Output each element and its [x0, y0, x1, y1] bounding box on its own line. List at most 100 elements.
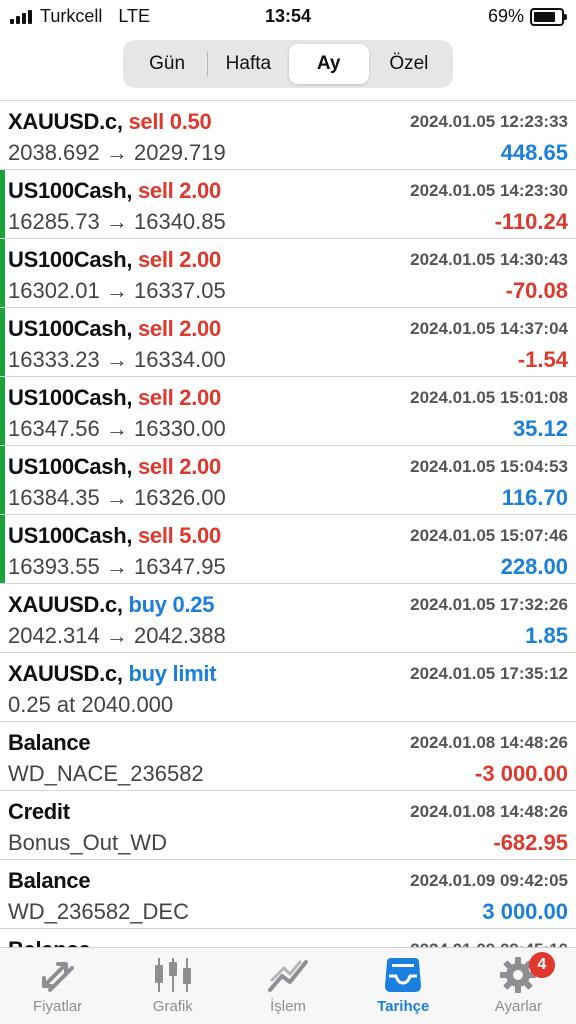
tab-label: İşlem: [270, 998, 306, 1015]
history-row[interactable]: US100Cash, sell 5.00 2024.01.05 15:07:46 1…: [0, 515, 576, 584]
history-row[interactable]: XAUUSD.c, buy limit 2024.01.05 17:35:12 0.…: [0, 653, 576, 722]
tab-chart[interactable]: Grafik: [115, 948, 230, 1024]
deal-datetime: 2024.01.05 14:23:30: [410, 181, 568, 200]
symbol-name: US100Cash,: [8, 247, 133, 272]
notification-badge: 4: [528, 952, 555, 978]
candlestick-chart-icon: [154, 958, 191, 992]
symbol-name: XAUUSD.c,: [8, 592, 123, 617]
quotes-arrows-icon: [41, 962, 74, 992]
deal-detail: 16302.01 → 16337.05: [8, 278, 226, 303]
symbol-name: US100Cash,: [8, 178, 133, 203]
deal-title: US100Cash, sell 2.00: [8, 247, 221, 273]
history-row[interactable]: US100Cash, sell 2.00 2024.01.05 15:01:08 1…: [0, 377, 576, 446]
deal-action: buy limit: [128, 661, 217, 686]
deal-title: Balance: [8, 868, 91, 894]
deal-datetime: 2024.01.05 17:35:12: [410, 664, 568, 683]
deal-action: sell 2.00: [138, 385, 221, 410]
deal-title: US100Cash, sell 2.00: [8, 316, 221, 342]
deal-action: sell 2.00: [138, 178, 221, 203]
deal-datetime: 2024.01.05 15:07:46: [410, 526, 568, 545]
deal-profit: -110.24: [494, 209, 568, 234]
battery-info: 69%: [487, 6, 567, 27]
symbol-name: US100Cash,: [8, 385, 133, 410]
battery-percent: 69%: [487, 6, 524, 26]
deal-title: US100Cash, sell 2.00: [8, 178, 221, 204]
deal-detail: WD_236582_DEC: [8, 899, 189, 924]
deal-datetime: 2024.01.09 09:42:05: [410, 871, 568, 890]
history-row[interactable]: XAUUSD.c, buy 0.25 2024.01.05 17:32:26 204…: [0, 584, 576, 653]
history-row[interactable]: US100Cash, sell 2.00 2024.01.05 14:37:04 1…: [0, 308, 576, 377]
battery-icon: [530, 7, 567, 26]
history-row[interactable]: US100Cash, sell 2.00 2024.01.05 14:30:43 1…: [0, 239, 576, 308]
history-row[interactable]: Balance 2024.01.09 09:42:05 WD_236582_DEC 3…: [0, 860, 576, 929]
symbol-name: US100Cash,: [8, 523, 133, 548]
history-list[interactable]: XAUUSD.c, sell 0.50 2024.01.05 12:23:33 20…: [0, 100, 576, 949]
tab-trade[interactable]: İşlem: [230, 948, 345, 1024]
deal-action: buy 0.25: [128, 592, 215, 617]
tab-history[interactable]: Tarihçe: [346, 948, 461, 1024]
deal-title: Balance: [8, 730, 91, 756]
deal-action: sell 2.00: [138, 316, 221, 341]
period-day-tab[interactable]: Gün: [127, 44, 207, 84]
symbol-name: Balance: [8, 868, 91, 893]
symbol-name: Credit: [8, 799, 70, 824]
deal-detail: 16285.73 → 16340.85: [8, 209, 226, 234]
deal-profit: 3 000.00: [482, 899, 568, 924]
history-row[interactable]: US100Cash, sell 2.00 2024.01.05 15:04:53 1…: [0, 446, 576, 515]
deal-action: sell 5.00: [138, 523, 221, 548]
deal-profit: 1.85: [525, 623, 568, 648]
tab-settings[interactable]: 4 Ayarlar: [461, 948, 576, 1024]
history-row[interactable]: Balance 2024.01.08 14:48:26 WD_NACE_236582…: [0, 722, 576, 791]
tab-quotes[interactable]: Fiyatlar: [0, 948, 115, 1024]
status-bar: Turkcell LTE 13:54 69%: [0, 0, 576, 34]
deal-title: US100Cash, sell 2.00: [8, 454, 221, 480]
history-row[interactable]: Credit 2024.01.08 14:48:26 Bonus_Out_WD -68…: [0, 791, 576, 860]
deal-detail: 2042.314 → 2042.388: [8, 623, 226, 648]
deal-detail: 16393.55 → 16347.95: [8, 554, 226, 579]
bottom-tab-bar: Fiyatlar Grafik İşlem Tarihçe 4 Ayarlar: [0, 947, 576, 1024]
deal-detail: 2038.692 → 2029.719: [8, 140, 226, 165]
deal-datetime: 2024.01.05 17:32:26: [410, 595, 568, 614]
deal-action: sell 2.00: [138, 454, 221, 479]
deal-profit: 116.70: [501, 485, 568, 510]
tab-label: Ayarlar: [494, 998, 543, 1015]
deal-profit: 35.12: [512, 416, 568, 441]
deal-datetime: 2024.01.08 14:48:26: [410, 733, 568, 752]
deal-detail: 16333.23 → 16334.00: [8, 347, 226, 372]
symbol-name: Balance: [8, 730, 91, 755]
history-row[interactable]: US100Cash, sell 2.00 2024.01.05 14:23:30 1…: [0, 170, 576, 239]
deal-profit: 228.00: [500, 554, 568, 579]
deal-datetime: 2024.01.05 14:30:43: [410, 250, 568, 269]
deal-detail: 16384.35 → 16326.00: [8, 485, 226, 510]
deal-title: US100Cash, sell 5.00: [8, 523, 221, 549]
deal-datetime: 2024.01.08 14:48:26: [410, 802, 568, 821]
deal-action: sell 2.00: [138, 247, 221, 272]
tab-label: Grafik: [152, 998, 193, 1015]
deal-datetime: 2024.01.05 12:23:33: [410, 112, 568, 131]
deal-detail: WD_NACE_236582: [8, 761, 204, 786]
symbol-name: XAUUSD.c,: [8, 109, 123, 134]
tab-label: Fiyatlar: [33, 998, 83, 1015]
period-custom-tab[interactable]: Özel: [369, 44, 449, 84]
deal-detail: 0.25 at 2040.000: [8, 692, 174, 717]
deal-profit: -1.54: [517, 347, 568, 372]
deal-datetime: 2024.01.05 15:04:53: [410, 457, 568, 476]
history-row[interactable]: XAUUSD.c, sell 0.50 2024.01.05 12:23:33 20…: [0, 101, 576, 170]
history-row[interactable]: Balance2024.01.09 09:45:10: [0, 929, 576, 949]
deal-title: XAUUSD.c, buy limit: [8, 661, 217, 687]
period-selector: Gün Hafta Ay Özel: [123, 40, 453, 88]
period-week-tab[interactable]: Hafta: [208, 44, 288, 84]
inbox-history-icon: [385, 958, 422, 992]
deal-profit: -3 000.00: [475, 761, 568, 786]
tab-label: Tarihçe: [377, 998, 430, 1015]
symbol-name: US100Cash,: [8, 454, 133, 479]
deal-title: XAUUSD.c, buy 0.25: [8, 592, 214, 618]
period-month-tab[interactable]: Ay: [288, 44, 369, 84]
deal-action: sell 0.50: [128, 109, 212, 134]
deal-datetime: 2024.01.05 15:01:08: [410, 388, 568, 407]
deal-datetime: 2024.01.05 14:37:04: [410, 319, 568, 338]
deal-detail: 16347.56 → 16330.00: [8, 416, 226, 441]
deal-title: XAUUSD.c, sell 0.50: [8, 109, 212, 135]
deal-profit: 448.65: [500, 140, 568, 165]
deal-title: US100Cash, sell 2.00: [8, 385, 221, 411]
